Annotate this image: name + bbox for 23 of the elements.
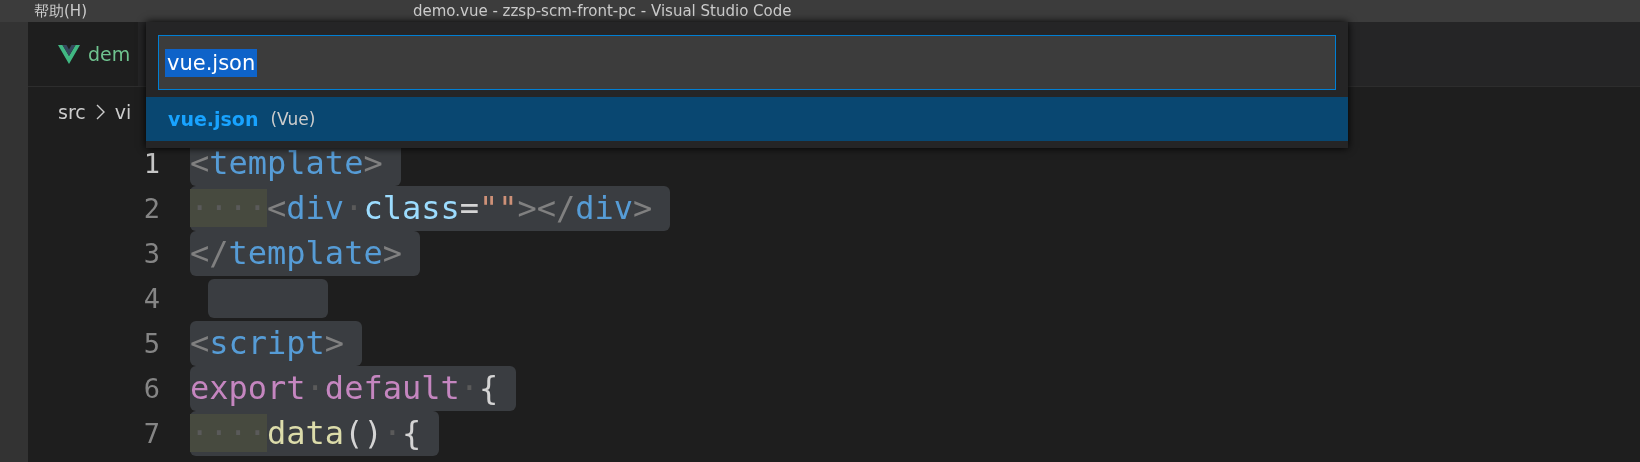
line-number: 3 — [142, 238, 160, 269]
window-title: demo.vue - zzsp-scm-front-pc - Visual Studio Code — [413, 2, 792, 20]
line-number: 2 — [142, 193, 160, 224]
line-number: 5 — [142, 328, 160, 359]
quick-pick-item[interactable]: vue.json (Vue) — [146, 97, 1348, 141]
editor-tab[interactable]: dem — [28, 22, 138, 86]
selection-highlight: ····data()·{ — [190, 411, 440, 456]
item-description: (Vue) — [270, 109, 316, 129]
selection-highlight: export·default·{ — [190, 366, 517, 411]
breadcrumb-item[interactable]: vi — [114, 101, 132, 123]
search-field[interactable]: vue.json — [158, 35, 1336, 90]
item-label: vue.json — [168, 108, 259, 130]
line-number: 1 — [142, 148, 160, 179]
selection-highlight: <script> — [190, 321, 363, 366]
line-number: 7 — [142, 418, 160, 449]
vue-logo-icon — [58, 44, 80, 64]
line-number: 4 — [142, 283, 160, 314]
selection-highlight: </template> — [190, 231, 420, 276]
breadcrumb-item[interactable]: src — [58, 101, 86, 123]
menu-item[interactable]: 帮助(H) — [34, 2, 87, 20]
selection-highlight: ····<div·class=""></div> — [190, 186, 671, 231]
line-number: 6 — [142, 373, 160, 404]
chevron-icon — [95, 104, 105, 120]
